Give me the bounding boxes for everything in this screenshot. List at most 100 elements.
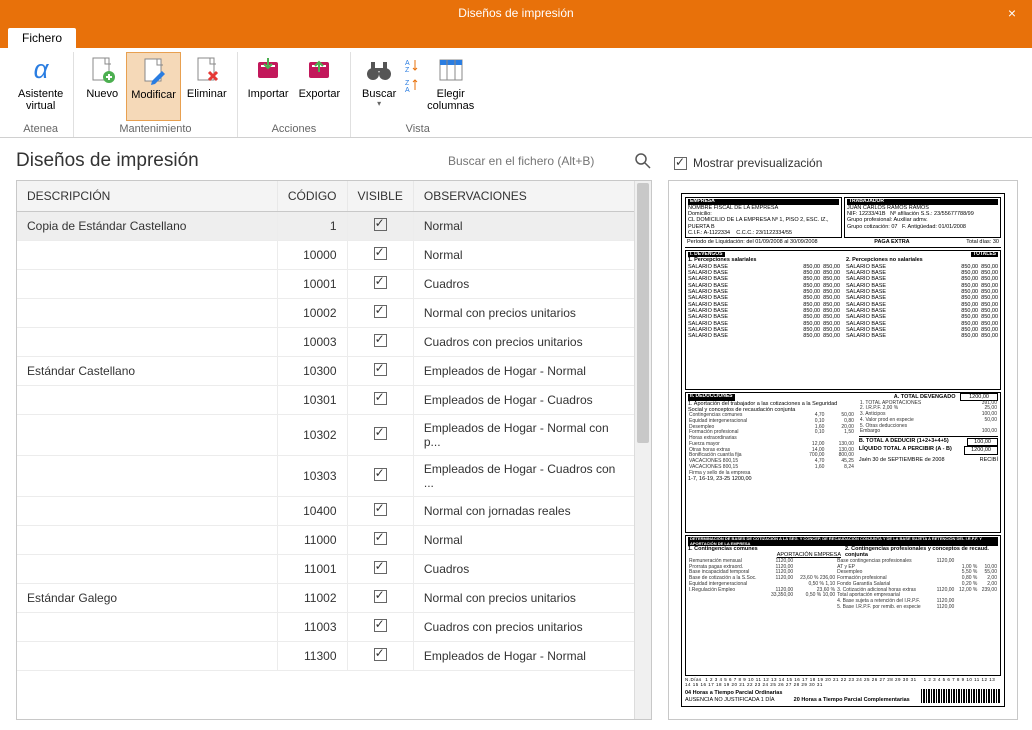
cell-visible[interactable] — [347, 497, 413, 526]
checkbox-icon — [374, 218, 387, 231]
preview-text: CL DOMICILIO DE LA EMPRESA Nº 1, PISO 2,… — [688, 217, 839, 230]
cell-obs: Empleados de Hogar - Cuadros — [413, 386, 634, 415]
cell-visible[interactable] — [347, 386, 413, 415]
nuevo-button[interactable]: Nuevo — [80, 52, 124, 121]
cell-obs: Empleados de Hogar - Cuadros con ... — [413, 456, 634, 497]
right-panel: Mostrar previsualización EMPRESA NOMBRE … — [662, 138, 1032, 730]
tab-strip: Fichero — [0, 26, 1032, 48]
col-header-codigo[interactable]: CÓDIGO — [277, 181, 347, 212]
modificar-button[interactable]: Modificar — [126, 52, 181, 121]
cell-visible[interactable] — [347, 456, 413, 497]
checkbox-icon — [374, 276, 387, 289]
ribbon-label: Importar — [248, 88, 289, 100]
preview-text: Grupo cotización: 07 — [847, 224, 897, 230]
new-document-icon — [86, 54, 118, 86]
table-row[interactable]: 11003Cuadros con precios unitarios — [17, 613, 634, 642]
elegir-columnas-button[interactable]: Elegir columnas — [423, 52, 478, 121]
cell-obs: Normal — [413, 241, 634, 270]
ribbon: α Asistente virtual Atenea Nuevo Modific… — [0, 48, 1032, 138]
cell-visible[interactable] — [347, 328, 413, 357]
preview-text: 100,00 — [967, 438, 998, 446]
cell-desc: Copia de Estándar Castellano — [17, 212, 277, 241]
search-icon[interactable] — [634, 152, 652, 170]
buscar-button[interactable]: Buscar ▾ — [357, 52, 401, 121]
cell-desc — [17, 270, 277, 299]
columns-icon — [435, 54, 467, 86]
cell-visible[interactable] — [347, 357, 413, 386]
cell-visible[interactable] — [347, 526, 413, 555]
preview-text: Nº afiliación S.S.: 23/55677788/99 — [890, 211, 974, 217]
col-header-visible[interactable]: VISIBLE — [347, 181, 413, 212]
ribbon-label: Eliminar — [187, 88, 227, 100]
table-row[interactable]: Copia de Estándar Castellano1Normal — [17, 212, 634, 241]
ribbon-label: Nuevo — [86, 88, 118, 100]
table-row[interactable]: Estándar Galego11002Normal con precios u… — [17, 584, 634, 613]
cell-visible[interactable] — [347, 584, 413, 613]
cell-visible[interactable] — [347, 212, 413, 241]
preview-text: DETERMINACIÓN DE BASES DE COTIZACIÓN A L… — [688, 537, 998, 546]
binoculars-icon — [363, 54, 395, 86]
cell-desc — [17, 328, 277, 357]
table-row[interactable]: 10003Cuadros con precios unitarios — [17, 328, 634, 357]
table-row[interactable]: Estándar Castellano10300Empleados de Hog… — [17, 357, 634, 386]
cell-code: 11001 — [277, 555, 347, 584]
eliminar-button[interactable]: Eliminar — [183, 52, 231, 121]
preview-toggle[interactable]: Mostrar previsualización — [674, 156, 1018, 170]
cell-visible[interactable] — [347, 270, 413, 299]
cell-obs: Normal — [413, 212, 634, 241]
cell-code: 10000 — [277, 241, 347, 270]
cell-visible[interactable] — [347, 299, 413, 328]
scrollbar-thumb[interactable] — [637, 183, 649, 443]
table-scroll[interactable]: DESCRIPCIÓN CÓDIGO VISIBLE OBSERVACIONES… — [17, 181, 634, 719]
checkbox-icon — [374, 590, 387, 603]
cell-desc — [17, 555, 277, 584]
sort-desc-button[interactable]: ZA — [403, 76, 421, 94]
cell-desc — [17, 456, 277, 497]
table-row[interactable]: 10301Empleados de Hogar - Cuadros — [17, 386, 634, 415]
cell-code: 10001 — [277, 270, 347, 299]
panel-title: Diseños de impresión — [16, 150, 199, 172]
table-row[interactable]: 10001Cuadros — [17, 270, 634, 299]
preview-text: F. Antigüedad: 01/01/2008 — [902, 224, 966, 230]
table-row[interactable]: 10002Normal con precios unitarios — [17, 299, 634, 328]
table-row[interactable]: 11300Empleados de Hogar - Normal — [17, 642, 634, 671]
cell-visible[interactable] — [347, 555, 413, 584]
vertical-scrollbar[interactable] — [634, 181, 651, 719]
preview-text: 1. Contingencias comunes — [688, 546, 758, 552]
checkbox-icon — [374, 532, 387, 545]
cell-obs: Normal con precios unitarios — [413, 299, 634, 328]
col-header-descripcion[interactable]: DESCRIPCIÓN — [17, 181, 277, 212]
table-row[interactable]: 11000Normal — [17, 526, 634, 555]
cell-obs: Cuadros — [413, 555, 634, 584]
cell-code: 10302 — [277, 415, 347, 456]
preview-text: C.I.F.: A-1122334 — [688, 230, 730, 236]
importar-button[interactable]: Importar — [244, 52, 293, 121]
ribbon-group-label: Mantenimiento — [119, 121, 191, 137]
table-row[interactable]: 10302Empleados de Hogar - Normal con p..… — [17, 415, 634, 456]
sort-asc-button[interactable]: AZ — [403, 56, 421, 74]
close-button[interactable]: × — [992, 0, 1032, 26]
cell-desc — [17, 497, 277, 526]
table-row[interactable]: 10000 Normal — [17, 241, 634, 270]
cell-visible[interactable] — [347, 241, 413, 270]
checkbox-icon — [374, 363, 387, 376]
table-row[interactable]: 10400Normal con jornadas reales — [17, 497, 634, 526]
checkbox-icon — [374, 247, 387, 260]
cell-visible[interactable] — [347, 613, 413, 642]
exportar-button[interactable]: Exportar — [295, 52, 345, 121]
titlebar: Diseños de impresión × — [0, 0, 1032, 26]
cell-visible[interactable] — [347, 415, 413, 456]
ribbon-group-vista: Buscar ▾ AZ ZA Elegir columnas Vista — [351, 52, 484, 137]
table-row[interactable]: 10303Empleados de Hogar - Cuadros con ..… — [17, 456, 634, 497]
checkbox-icon — [374, 619, 387, 632]
preview-text: Total días: 30 — [966, 239, 999, 245]
cell-obs: Cuadros con precios unitarios — [413, 613, 634, 642]
cell-visible[interactable] — [347, 642, 413, 671]
asistente-virtual-button[interactable]: α Asistente virtual — [14, 52, 67, 121]
checkbox-icon — [374, 648, 387, 661]
col-header-observaciones[interactable]: OBSERVACIONES — [413, 181, 634, 212]
search-input[interactable] — [446, 152, 626, 171]
table-row[interactable]: 11001 Cuadros — [17, 555, 634, 584]
tab-fichero[interactable]: Fichero — [8, 28, 76, 48]
cell-code: 10300 — [277, 357, 347, 386]
